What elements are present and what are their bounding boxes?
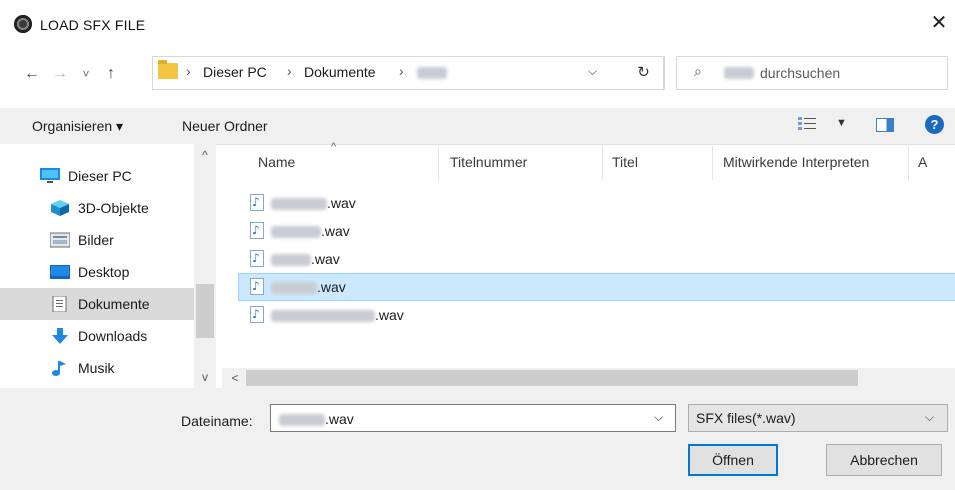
close-icon[interactable]: ✕ — [928, 12, 950, 34]
horizontal-scroll-thumb[interactable] — [246, 370, 858, 386]
view-dropdown-icon[interactable]: ▼ — [836, 117, 847, 129]
search-icon: ⌕ — [694, 63, 702, 79]
filename-value: .wav — [279, 411, 354, 427]
sidebar-item-label: Desktop — [78, 264, 130, 280]
sidebar-item-label: 3D-Objekte — [78, 200, 149, 216]
scroll-down-icon[interactable]: v — [196, 370, 214, 384]
file-extension: .wav — [317, 279, 346, 295]
file-name: .wav — [271, 307, 404, 323]
file-row[interactable]: .wav — [239, 246, 955, 272]
preview-pane-icon[interactable] — [876, 118, 894, 132]
documents-icon — [52, 296, 67, 312]
scroll-up-icon[interactable]: ^ — [196, 148, 214, 162]
pc-icon — [40, 168, 60, 183]
breadcrumb-separator: › — [287, 63, 292, 79]
sidebar-item-dieser-pc[interactable]: Dieser PC — [0, 160, 194, 192]
sort-ascending-icon: ^ — [331, 141, 337, 153]
breadcrumb-separator: › — [186, 63, 191, 79]
column-header-truncated[interactable]: A — [918, 154, 928, 170]
cube-icon — [51, 200, 69, 216]
app-icon — [14, 15, 32, 33]
filename-dropdown-icon[interactable]: ⌵ — [654, 410, 663, 425]
column-header-mitwirkende-interpreten[interactable]: Mitwirkende Interpreten — [723, 154, 869, 170]
sidebar-item-label: Dokumente — [78, 296, 150, 312]
sidebar-item-desktop[interactable]: Desktop — [0, 256, 194, 288]
filename-extension: .wav — [325, 411, 354, 427]
file-extension: .wav — [321, 223, 350, 239]
sidebar-item-label: Musik — [78, 360, 115, 376]
download-icon — [52, 328, 68, 344]
file-name: .wav — [271, 251, 340, 267]
file-extension: .wav — [375, 307, 404, 323]
search-placeholder: durchsuchen — [760, 65, 841, 81]
column-divider[interactable] — [712, 146, 713, 180]
breadcrumb-separator: › — [399, 63, 404, 79]
file-extension: .wav — [311, 251, 340, 267]
sidebar-item-musik[interactable]: Musik — [0, 352, 194, 384]
column-header-titelnummer[interactable]: Titelnummer — [450, 154, 527, 170]
recent-locations-chevron-icon[interactable]: ˅ — [76, 64, 96, 84]
breadcrumb-dokumente[interactable]: Dokumente — [304, 64, 376, 80]
audio-file-icon — [250, 278, 264, 295]
column-header-titel[interactable]: Titel — [612, 154, 638, 170]
sidebar-item-3d-objekte[interactable]: 3D-Objekte — [0, 192, 194, 224]
desktop-icon — [50, 265, 70, 279]
window-title: LOAD SFX FILE — [40, 17, 146, 33]
filetype-value: SFX files(*.wav) — [696, 410, 796, 426]
sidebar-item-downloads[interactable]: Downloads — [0, 320, 194, 352]
breadcrumb-dieser-pc[interactable]: Dieser PC — [203, 64, 267, 80]
file-row[interactable]: .wav — [239, 190, 955, 216]
search-redacted-folder — [724, 67, 754, 82]
file-name: .wav — [271, 195, 356, 211]
file-row[interactable]: .wav — [239, 218, 955, 244]
column-divider[interactable] — [438, 146, 439, 180]
refresh-icon[interactable]: ↻ — [623, 56, 665, 90]
up-arrow-icon[interactable]: ↑ — [101, 64, 121, 84]
file-name: .wav — [271, 279, 346, 295]
file-row[interactable]: .wav — [239, 302, 955, 328]
filetype-dropdown-icon[interactable]: ⌵ — [925, 410, 934, 425]
navigation-scroll-thumb[interactable] — [196, 284, 214, 338]
column-divider[interactable] — [908, 146, 909, 180]
filename-label: Dateiname: — [181, 413, 253, 429]
scroll-left-icon[interactable]: < — [226, 371, 244, 385]
view-options-icon[interactable] — [798, 116, 816, 132]
sidebar-item-dokumente[interactable]: Dokumente — [0, 288, 194, 320]
navigation-scrollbar[interactable] — [194, 144, 216, 388]
column-header-name[interactable]: Name — [258, 154, 295, 170]
address-dropdown-icon[interactable]: ⌵ — [588, 64, 597, 79]
pictures-icon — [50, 232, 70, 248]
file-name: .wav — [271, 223, 350, 239]
sidebar-item-bilder[interactable]: Bilder — [0, 224, 194, 256]
organize-button[interactable]: Organisieren ▾ — [32, 118, 123, 135]
audio-file-icon — [250, 222, 264, 239]
cancel-button[interactable]: Abbrechen — [826, 444, 942, 476]
new-folder-button[interactable]: Neuer Ordner — [182, 118, 268, 134]
audio-file-icon — [250, 306, 264, 323]
sidebar-item-label: Dieser PC — [68, 168, 132, 184]
audio-file-icon — [250, 194, 264, 211]
file-extension: .wav — [327, 195, 356, 211]
open-button[interactable]: Öffnen — [688, 444, 778, 476]
help-icon[interactable]: ? — [925, 115, 944, 134]
music-icon — [52, 361, 66, 376]
column-divider[interactable] — [602, 146, 603, 180]
sidebar-item-label: Downloads — [78, 328, 148, 344]
forward-arrow-icon[interactable]: → — [50, 64, 70, 84]
back-arrow-icon[interactable]: ← — [22, 64, 42, 84]
audio-file-icon — [250, 250, 264, 267]
file-row-selected[interactable]: .wav — [238, 273, 955, 301]
folder-icon — [158, 60, 178, 79]
breadcrumb-redacted-folder[interactable] — [417, 66, 447, 82]
sidebar-item-label: Bilder — [78, 232, 114, 248]
